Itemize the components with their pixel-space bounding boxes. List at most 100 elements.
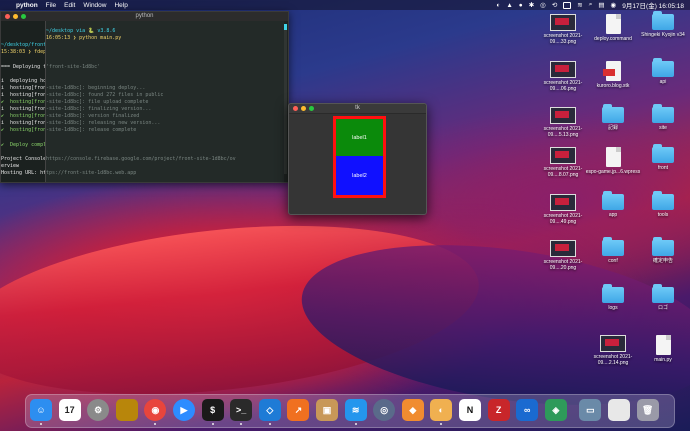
tk-titlebar[interactable]: tk — [289, 104, 426, 114]
terminal-line: erview — [1, 162, 20, 169]
desktop-icon-label: screenshot 2021-09....20.png — [543, 259, 583, 271]
status-icon[interactable]: ◎ — [540, 1, 546, 9]
menu-file[interactable]: File — [46, 2, 56, 9]
desktop-icon-label: conf — [608, 258, 618, 264]
archive-icon[interactable]: ▣ — [316, 399, 338, 421]
screenshot-file[interactable]: screenshot 2021-09....8.07.png — [535, 147, 591, 178]
logs-folder[interactable]: logs — [585, 284, 641, 311]
desktop-icon-label: screenshot 2021-09....8.07.png — [543, 166, 583, 178]
conf-folder[interactable]: conf — [585, 237, 641, 264]
siri-icon[interactable]: ◉ — [611, 1, 617, 9]
tk-title: tk — [355, 105, 360, 111]
terminal-window[interactable]: python ~/desktop/front 15:38:03 ❯ fdep ==… — [0, 11, 289, 183]
dock: ☺ 17 ⚙ ◉ ▶ $ >_ ◇ ↗ ▣ ≋ ◎ ◆ ◐ N Z ∞ ◈ ▭ 🗑 — [25, 394, 675, 428]
notion-icon[interactable]: N — [459, 399, 481, 421]
document-icon[interactable] — [608, 399, 630, 421]
folder-icon — [602, 237, 624, 256]
running-indicator — [240, 423, 243, 425]
main-py-file[interactable]: main.py — [635, 335, 690, 363]
deploy-command-file[interactable]: deploy.command — [585, 14, 641, 42]
terminal-titlebar[interactable]: python — [1, 12, 288, 21]
sourcetree-icon[interactable]: ◆ — [401, 399, 424, 421]
preview-icon[interactable]: ▭ — [579, 399, 602, 421]
zoom-icon[interactable]: ▶ — [173, 399, 195, 421]
control-center-icon[interactable]: ▤ — [598, 1, 604, 9]
espo-game-file[interactable]: espo-game.jp...6.wpress — [585, 147, 641, 175]
chrome-icon[interactable]: ◉ — [144, 399, 167, 421]
logo-folder[interactable]: ロゴ — [635, 284, 690, 311]
terminal-pane-right[interactable]: ~/desktop via 🐍 v3.8.6 16:05:13 ❯ python … — [46, 21, 284, 182]
terminal-line: 16:05:13 ❯ python main.py — [46, 35, 122, 42]
api-folder[interactable]: api — [635, 58, 690, 85]
kuroro-file[interactable]: kuroro.blog.stk — [585, 61, 641, 89]
status-icon[interactable]: ◐ — [496, 2, 500, 9]
screenshot-file[interactable]: screenshot 2021-09....06.png — [535, 61, 591, 92]
screenshot-file[interactable]: screenshot 2021-09....20.png — [535, 240, 591, 271]
label1: label1 — [336, 119, 383, 156]
app-icon[interactable] — [115, 399, 138, 421]
image-file-icon — [550, 14, 576, 31]
system-preferences-icon[interactable]: ⚙ — [87, 399, 110, 421]
kiroku-folder[interactable]: 記録 — [585, 104, 641, 131]
desktop-icon-label: ロゴ — [657, 305, 668, 311]
calendar-icon[interactable]: 17 — [58, 399, 81, 421]
screenshot-file[interactable]: screenshot 2021-09....49.png — [535, 194, 591, 225]
terminal-line: ~/desktop via 🐍 v3.8.6 — [46, 28, 116, 35]
status-icon[interactable]: ⟲ — [552, 1, 557, 9]
terminal-icon[interactable]: >_ — [230, 399, 253, 421]
front-folder[interactable]: front — [635, 144, 690, 171]
status-icon[interactable]: ▲ — [506, 2, 512, 9]
label2: label2 — [336, 156, 383, 195]
vpn-icon[interactable]: ◈ — [544, 399, 567, 421]
trash-icon[interactable]: 🗑 — [636, 399, 659, 421]
finder-icon[interactable]: ☺ — [30, 399, 52, 421]
terminal-icon[interactable]: $ — [201, 399, 224, 421]
screenshot-file[interactable]: screenshot 2021-09....33.png — [535, 14, 591, 45]
kakutei-folder[interactable]: 確定申告 — [635, 237, 690, 264]
tk-window[interactable]: tk label1 label2 — [288, 103, 427, 215]
menu-help[interactable]: Help — [114, 2, 127, 9]
status-icon[interactable]: ● — [519, 2, 523, 9]
desktop-icon-label: espo-game.jp...6.wpress — [585, 169, 641, 175]
menu-app-name[interactable]: python — [16, 2, 38, 9]
screenshot-file[interactable]: screenshot 2021-09....2.14.png — [585, 335, 641, 366]
search-app-icon[interactable]: ◎ — [373, 399, 396, 421]
terminal-title: python — [135, 13, 154, 19]
filezilla-icon[interactable]: Z — [487, 399, 510, 421]
terminal-line: i hosting[front — [1, 120, 45, 127]
tools-folder[interactable]: tools — [635, 191, 690, 218]
vscode-icon[interactable]: ◇ — [258, 399, 281, 421]
screenshot-file[interactable]: screenshot 2021-09....5.13.png — [535, 107, 591, 138]
image-file-icon — [550, 107, 576, 124]
battery-icon[interactable] — [563, 1, 572, 9]
desktop-icon-label: api — [659, 79, 667, 85]
menubar-status: ◐ ▲ ● ✱ ◎ ⟲ ≋ ⌕ ▤ ◉ 9月17日(金) 16:05:18 — [496, 0, 684, 10]
terminal-pane-left[interactable]: ~/desktop/front 15:38:03 ❯ fdep === Deplo… — [1, 21, 45, 182]
folder-icon — [602, 191, 624, 210]
image-file-icon — [550, 147, 576, 164]
shingeki-folder[interactable]: Shingeki Kyojin v34 — [635, 11, 690, 38]
site-folder[interactable]: site — [635, 104, 690, 131]
desktop-icon-label: tools — [657, 212, 669, 218]
folder-icon — [652, 284, 674, 303]
search-icon[interactable]: ⌕ — [589, 1, 593, 9]
python-launcher-icon[interactable]: ◐ — [430, 399, 453, 421]
bluetooth-icon[interactable]: ✱ — [529, 1, 534, 9]
wifi-icon[interactable]: ≋ — [577, 1, 582, 9]
desktop-icon-label: deploy.command — [594, 36, 632, 42]
terminal-line: -site-1d8bc]: releasing new version... — [46, 120, 161, 127]
menu-edit[interactable]: Edit — [64, 2, 75, 9]
menubar-clock[interactable]: 9月17日(金) 16:05:18 — [622, 0, 684, 10]
menu-window[interactable]: Window — [83, 2, 106, 9]
infinity-app-icon[interactable]: ∞ — [516, 399, 539, 421]
docker-icon[interactable]: ≋ — [344, 399, 367, 421]
terminal-scrollbar[interactable] — [284, 24, 287, 174]
app-folder[interactable]: app — [585, 191, 641, 218]
chart-app-icon[interactable]: ↗ — [287, 399, 310, 421]
terminal-line: Hosting URL: ht — [1, 169, 45, 176]
